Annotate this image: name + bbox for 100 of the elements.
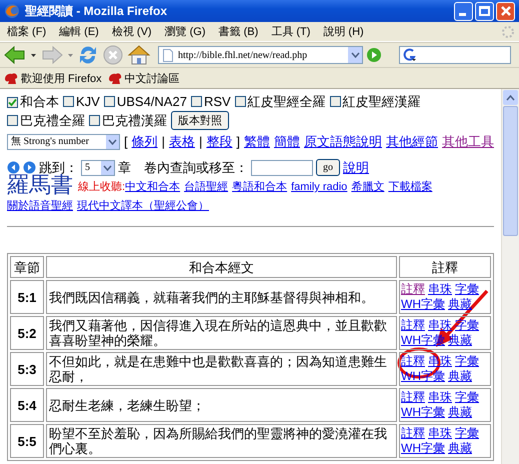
note-link[interactable]: 註釋 (401, 426, 425, 440)
home-icon[interactable] (127, 44, 151, 66)
menu-item[interactable]: 工具 (T) (266, 24, 318, 39)
note-link[interactable]: 典藏 (448, 297, 472, 311)
checkbox-label[interactable]: UBS4/NA27 (116, 94, 187, 109)
note-link[interactable]: 串珠 (428, 426, 452, 440)
chapter-select[interactable]: 5 (81, 160, 115, 176)
checkbox-label[interactable]: RSV (204, 94, 231, 109)
minimize-button[interactable] (454, 2, 473, 20)
page-icon (163, 48, 173, 62)
throbber-icon (501, 24, 515, 38)
separator-text: | (162, 133, 165, 150)
dropdown-icon[interactable] (350, 52, 360, 58)
note-link[interactable]: 串珠 (428, 390, 452, 404)
go-icon[interactable] (366, 47, 382, 63)
note-link[interactable]: 字彙 (455, 282, 479, 296)
close-button[interactable] (496, 2, 515, 20)
checkbox[interactable] (63, 96, 74, 107)
note-link[interactable]: 字彙 (455, 354, 479, 368)
menu-item[interactable]: 書籤 (B) (214, 24, 266, 39)
strong-number-select[interactable]: 無 Strong's number (7, 134, 120, 150)
checkbox-label[interactable]: 紅皮聖經全羅 (248, 94, 326, 109)
bracket-text: [ (124, 133, 128, 150)
note-link[interactable]: 註釋 (401, 318, 425, 332)
audio-link[interactable]: 中文和合本 (125, 180, 180, 195)
tool-link[interactable]: 簡體 (274, 133, 300, 150)
note-link[interactable]: WH字彙 (401, 405, 445, 419)
separator-text: | (198, 133, 202, 150)
dropdown-icon[interactable] (103, 164, 112, 170)
note-link[interactable]: 典藏 (448, 441, 472, 455)
stop-icon[interactable] (102, 44, 124, 66)
menu-item[interactable]: 檔案 (F) (2, 24, 54, 39)
tool-link[interactable]: 其他工具 (442, 133, 494, 150)
scroll-thumb[interactable] (503, 106, 518, 236)
checkbox[interactable] (190, 96, 202, 107)
checkbox-label[interactable]: KJV (76, 94, 100, 109)
search-field[interactable] (399, 46, 511, 64)
tool-link[interactable]: 原文語態說明 (304, 133, 382, 150)
layout-link[interactable]: 整段 (206, 133, 232, 150)
note-link[interactable]: 典藏 (448, 333, 472, 347)
audio-link[interactable]: family radio (291, 180, 348, 195)
go-button[interactable]: go (316, 159, 340, 176)
note-link[interactable]: 註釋 (401, 390, 425, 404)
checkbox[interactable] (104, 96, 115, 107)
checkbox-label[interactable]: 紅皮聖經漢羅 (342, 94, 421, 109)
audio-link[interactable]: 關於語音聖經 (7, 199, 73, 214)
note-link[interactable]: 典藏 (448, 405, 472, 419)
bracket-text: ] (236, 133, 240, 150)
note-link[interactable]: 串珠 (428, 282, 452, 296)
help-link[interactable]: 說明 (343, 159, 369, 176)
bookmark-item[interactable]: 歡迎使用 Firefox (4, 70, 102, 86)
previous-icon[interactable] (7, 161, 20, 174)
chapter-unit: 章 (118, 159, 131, 176)
audio-link[interactable]: 下載檔案 (388, 180, 432, 195)
audio-link[interactable]: 希臘文 (351, 180, 384, 195)
menu-item[interactable]: 瀏覽 (G) (160, 24, 214, 39)
reload-icon[interactable] (77, 44, 99, 66)
menu-item[interactable]: 說明 (H) (318, 24, 372, 39)
verse-number: 5:1 (10, 280, 44, 314)
tool-link[interactable]: 其他經節 (386, 133, 438, 150)
note-link[interactable]: 註釋 (401, 282, 425, 296)
note-link[interactable]: WH字彙 (401, 297, 445, 311)
note-link[interactable]: 串珠 (428, 318, 452, 332)
search-input[interactable] (251, 160, 313, 176)
checkbox[interactable] (330, 96, 341, 107)
bookmark-icon (4, 72, 19, 84)
next-icon[interactable] (23, 161, 36, 174)
audio-link[interactable]: 台語聖經 (184, 180, 228, 195)
search-engine-icon[interactable] (403, 48, 417, 62)
address-field[interactable]: http://bible.fhl.net/new/read.php (158, 46, 363, 64)
audio-link[interactable]: 現代中文譯本（聖經公會） (77, 199, 209, 214)
checkbox-label[interactable]: 巴克禮全羅 (20, 113, 85, 128)
note-link[interactable]: WH字彙 (401, 441, 445, 455)
verse-text: 忍耐生老練，老練生盼望； (46, 388, 397, 422)
jump-label: 跳到： (39, 159, 78, 175)
checkbox[interactable] (234, 96, 246, 107)
verse-text: 盼望不至於羞恥，因為所賜給我們的聖靈將神的愛澆灌在我們心裏。 (46, 424, 397, 458)
tool-link[interactable]: 繁體 (244, 133, 270, 150)
note-link[interactable]: 字彙 (455, 426, 479, 440)
checkbox-label[interactable]: 和合本 (20, 94, 59, 109)
dropdown-icon[interactable] (108, 138, 117, 144)
menu-item[interactable]: 編輯 (E) (54, 24, 107, 39)
checkbox[interactable] (7, 115, 18, 126)
verse-number: 5:4 (10, 388, 44, 422)
bookmark-item[interactable]: 中文討論區 (108, 70, 180, 86)
audio-link[interactable]: 粵語和合本 (232, 180, 288, 195)
checkbox[interactable] (89, 115, 100, 126)
note-link[interactable]: 字彙 (455, 390, 479, 404)
scroll-up-icon[interactable] (506, 94, 515, 100)
maximize-button[interactable] (475, 2, 494, 20)
menu-item[interactable]: 檢視 (V) (106, 24, 160, 39)
compare-button[interactable]: 版本對照 (171, 111, 229, 130)
layout-link[interactable]: 表格 (168, 133, 195, 150)
checkbox[interactable] (7, 97, 18, 108)
note-link[interactable]: 典藏 (448, 369, 472, 383)
checkbox-label[interactable]: 巴克禮漢羅 (102, 113, 167, 128)
back-icon[interactable] (3, 45, 27, 65)
note-link[interactable]: 註釋 (401, 354, 425, 368)
scrollbar[interactable] (501, 89, 519, 464)
layout-link[interactable]: 條列 (132, 133, 158, 150)
